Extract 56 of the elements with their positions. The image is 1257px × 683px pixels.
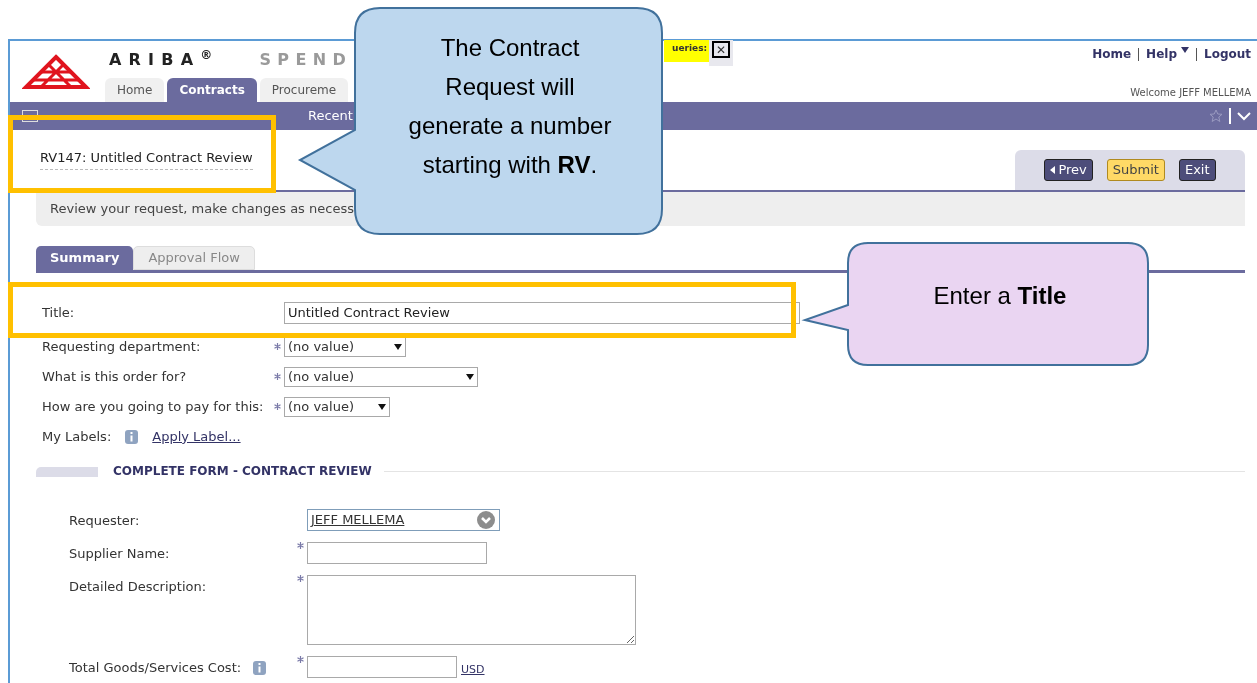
info-icon[interactable] xyxy=(125,429,139,444)
main-tab[interactable]: Procureme xyxy=(259,78,349,102)
text-field[interactable]: Untitled Contract Review xyxy=(284,301,800,324)
prev-button[interactable]: Prev xyxy=(1044,159,1093,181)
field-label: What is this order for? xyxy=(42,367,188,386)
header-link[interactable]: Logout xyxy=(1204,45,1251,63)
header-link[interactable]: Help xyxy=(1146,45,1177,63)
close-button[interactable]: ✕ xyxy=(709,40,734,66)
nav-item[interactable]: Recent xyxy=(308,106,353,126)
caret-icon[interactable] xyxy=(394,343,402,350)
document-title: RV147: Untitled Contract Review xyxy=(40,147,253,170)
currency-link[interactable]: USD xyxy=(461,661,485,678)
field-label: Requesting department: xyxy=(42,337,202,356)
field-label: Requester: xyxy=(69,512,140,530)
dropdown-field[interactable]: (no value) xyxy=(284,336,406,357)
required-icon xyxy=(274,373,281,380)
product-name: SPEND xyxy=(259,48,353,71)
section-title: COMPLETE FORM - CONTRACT REVIEW xyxy=(113,463,372,480)
star-icon[interactable] xyxy=(1209,109,1223,123)
main-tab[interactable]: Home xyxy=(105,78,165,102)
field-label: Total Goods/Services Cost: xyxy=(69,659,242,677)
required-icon xyxy=(274,343,281,350)
required-icon xyxy=(297,542,304,549)
chevron-down-icon[interactable] xyxy=(477,511,495,529)
field-label: Detailed Description: xyxy=(69,578,207,596)
welcome-text: Welcome JEFF MELLEMA xyxy=(1130,86,1251,100)
required-icon xyxy=(297,656,304,663)
sidebar-icon[interactable] xyxy=(22,110,38,122)
submit-button[interactable]: Submit xyxy=(1106,159,1165,181)
required-icon xyxy=(297,575,304,582)
text-field[interactable] xyxy=(307,542,487,564)
left-triangle-icon xyxy=(1050,166,1056,174)
apply-label-link[interactable]: Apply Label... xyxy=(152,426,241,447)
dropdown-field[interactable]: (no value) xyxy=(284,366,478,387)
callout-text: The Contract Request will generate a number starting with RV. xyxy=(407,33,613,180)
header-link[interactable]: Home xyxy=(1092,45,1132,63)
caret-icon[interactable] xyxy=(1181,47,1189,53)
tab[interactable]: Summary xyxy=(36,246,134,270)
queries-label: ueries: xyxy=(664,40,710,62)
dropdown-field[interactable]: (no value) xyxy=(284,396,390,417)
exit-button[interactable]: Exit xyxy=(1178,159,1216,181)
info-icon[interactable] xyxy=(253,660,267,675)
field-label: Title: xyxy=(42,303,76,322)
description-field[interactable] xyxy=(307,575,636,645)
caret-icon[interactable] xyxy=(378,403,386,410)
field-label: My Labels: xyxy=(42,427,112,446)
callout-text: Enter a Title xyxy=(933,282,1067,309)
chevron-down-icon[interactable] xyxy=(1237,111,1251,121)
required-icon xyxy=(274,403,281,410)
caret-icon[interactable] xyxy=(466,373,474,380)
main-tab[interactable]: Contracts xyxy=(167,78,257,102)
field-label: Supplier Name: xyxy=(69,545,170,563)
chooser-field[interactable]: JEFF MELLEMA xyxy=(307,509,500,531)
brand-wordmark: ARIBA$^{®}$ xyxy=(109,47,220,71)
field-label: How are you going to pay for this: xyxy=(42,397,265,416)
cost-field[interactable] xyxy=(307,656,457,678)
